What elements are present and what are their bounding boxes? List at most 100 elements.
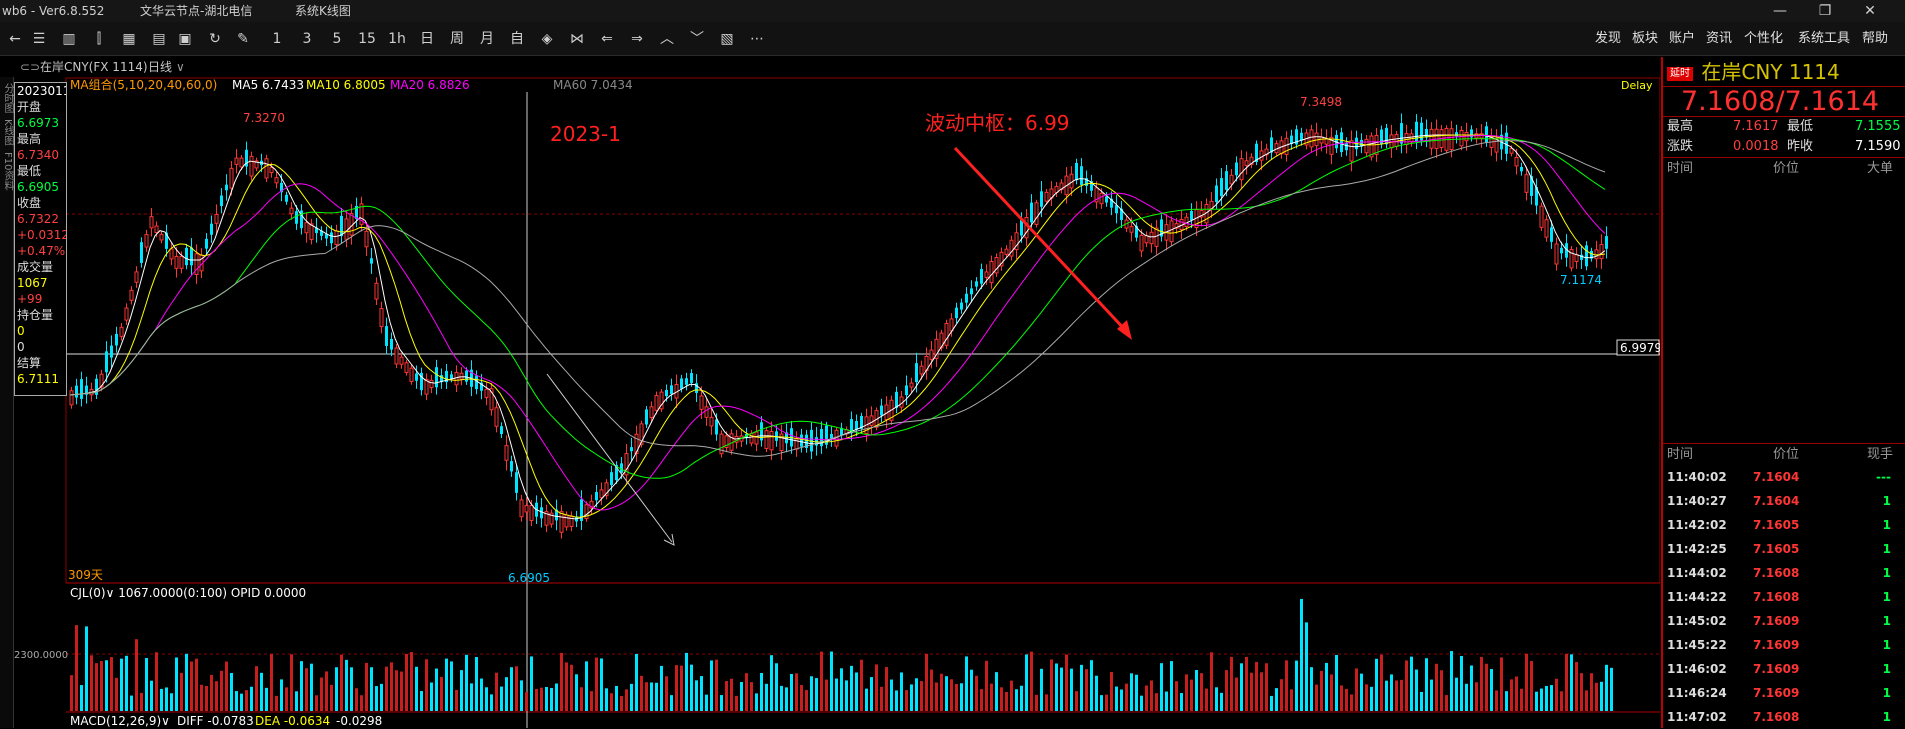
volume-bar: [730, 678, 733, 711]
candle: [179, 255, 184, 269]
candle: [1309, 129, 1314, 148]
candle: [379, 308, 384, 328]
volume-bar: [1010, 680, 1013, 711]
candle: [504, 445, 509, 461]
candle: [1349, 140, 1354, 162]
volume-bar: [385, 666, 388, 711]
tab-kline[interactable]: K线图: [0, 119, 15, 146]
candle: [105, 351, 108, 373]
volume-bar: [870, 677, 873, 711]
volume-bar: [1465, 683, 1468, 711]
candle: [1340, 132, 1343, 153]
candle: [454, 372, 459, 386]
candle: [709, 416, 714, 427]
tab-f10[interactable]: F10资料: [0, 152, 15, 190]
volume-bar: [1085, 669, 1088, 711]
close-icon[interactable]: ✕: [1850, 0, 1890, 22]
volume-bar: [205, 685, 208, 711]
candle: [1220, 178, 1223, 197]
candle: [144, 234, 149, 248]
col-time: 时间: [1667, 161, 1694, 176]
volume-bar: [1115, 686, 1118, 711]
volume-bar: [555, 683, 558, 711]
volume-bar: [1275, 688, 1278, 711]
candle: [229, 167, 234, 189]
volume-bar: [755, 693, 758, 711]
minimize-icon[interactable]: —: [1760, 0, 1800, 22]
tick-price: 7.1608: [1753, 590, 1800, 604]
tick-qty: 1: [1882, 686, 1891, 700]
tick-col-qty: 现手: [1867, 447, 1894, 462]
volume-bar: [700, 676, 703, 711]
volume-bar: [750, 682, 753, 711]
menu-help[interactable]: 帮助: [1862, 22, 1888, 56]
candle: [140, 242, 143, 263]
tick-time: 11:45:02: [1667, 614, 1727, 628]
col-big: 大单: [1867, 161, 1894, 176]
tab-minute[interactable]: 分时图: [0, 83, 15, 113]
volume-bar: [1345, 688, 1348, 711]
tick-time: 11:46:02: [1667, 662, 1727, 676]
tick-row: 11:40:02 7.1604 ---: [1663, 465, 1905, 489]
volume-bar: [155, 652, 158, 711]
volume-bar: [970, 669, 973, 711]
volume-bar: [590, 691, 593, 711]
ma-line-1: [69, 134, 1606, 518]
quote-name: 在岸CNY 1114: [1701, 60, 1840, 84]
volume-bar: [580, 687, 583, 711]
volume-bar: [305, 668, 308, 711]
kline-chart[interactable]: MA组合(5,10,20,40,60,0) MA5 6.7433 MA10 6.…: [0, 0, 1660, 728]
high-label-1: 7.3270: [243, 111, 285, 125]
volume-bar: [1365, 684, 1368, 711]
volume-bar: [285, 687, 288, 711]
volume-bar: [1270, 695, 1273, 711]
candle: [645, 409, 648, 425]
volume-bar: [250, 686, 253, 711]
volume-bar: [570, 664, 573, 711]
volume-bar: [1260, 672, 1263, 711]
volume-bar: [630, 683, 633, 711]
candle: [800, 434, 803, 447]
volume-bar: [415, 666, 418, 711]
volume-bar: [315, 695, 318, 711]
volume-bar: [80, 685, 83, 711]
candle: [465, 370, 468, 382]
restore-icon[interactable]: ❐: [1805, 0, 1845, 22]
volume-bar: [670, 695, 673, 711]
candle: [1040, 191, 1043, 207]
volume-bar: [1040, 668, 1043, 711]
menu-personalize[interactable]: 个性化: [1744, 22, 1783, 56]
volume-bar: [760, 673, 763, 711]
candle: [1099, 192, 1104, 205]
candle: [484, 388, 489, 398]
volume-bar: [1530, 661, 1533, 711]
volume-bar: [1305, 622, 1308, 711]
info-settle: 6.7111: [17, 372, 59, 386]
volume-bar: [135, 639, 138, 711]
candle: [1169, 220, 1174, 243]
volume-bar: [300, 661, 303, 711]
main-panel-border: [65, 77, 1660, 584]
info-oi-delta: 0: [17, 340, 25, 354]
volume-bar: [575, 674, 578, 711]
volume-bar: [1350, 694, 1353, 711]
candle: [654, 395, 659, 411]
volume-bar: [1190, 679, 1193, 711]
menu-account[interactable]: 账户: [1669, 22, 1695, 56]
volume-bar: [955, 684, 958, 711]
volume-bar: [105, 660, 108, 711]
macd-label: MACD(12,26,9)∨: [70, 714, 170, 728]
tick-time: 11:40:02: [1667, 470, 1727, 484]
candle: [1225, 171, 1228, 190]
volume-bar: [840, 668, 843, 711]
menu-news[interactable]: 资讯: [1706, 22, 1732, 56]
menu-tools[interactable]: 系统工具: [1798, 22, 1850, 56]
volume-bar: [920, 681, 923, 711]
candle: [690, 373, 693, 383]
candle: [450, 374, 453, 379]
ma60-label: MA60 7.0434: [553, 78, 633, 92]
candle: [855, 421, 858, 430]
volume-bar: [70, 675, 73, 711]
volume-bar: [360, 695, 363, 711]
high-label: 最高: [1667, 119, 1694, 134]
